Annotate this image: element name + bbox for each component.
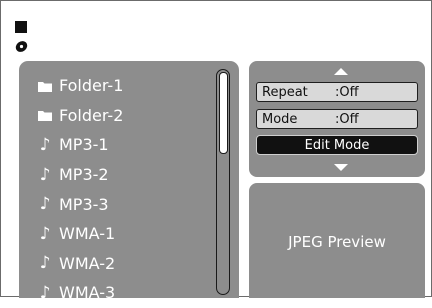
list-item-label: WMA-1 (59, 224, 116, 244)
jpeg-preview-panel: JPEG Preview (249, 183, 425, 298)
file-list-panel: Folder-1 Folder-2 ♪ MP3-1 ♪ MP3-2 ♪ MP3-… (19, 61, 239, 302)
player-screen: Folder-1 Folder-2 ♪ MP3-1 ♪ MP3-2 ♪ MP3-… (0, 0, 432, 302)
music-note-icon: ♪ (39, 223, 51, 244)
scroll-down-arrow-icon[interactable] (334, 164, 348, 171)
list-item-folder-2[interactable]: Folder-2 (19, 101, 219, 131)
mode-value: :Off (335, 111, 359, 127)
repeat-label: Repeat (262, 84, 308, 100)
mode-option[interactable]: Mode :Off (256, 109, 418, 129)
list-item-label: Folder-2 (59, 105, 124, 125)
list-item-label: MP3-3 (59, 194, 109, 214)
music-note-icon: ♪ (39, 282, 51, 303)
scrollbar-thumb[interactable] (219, 72, 228, 154)
repeat-option[interactable]: Repeat :Off (256, 82, 418, 102)
list-item-wma-3[interactable]: ♪ WMA-3 (19, 278, 219, 308)
list-item-mp3-2[interactable]: ♪ MP3-2 (19, 160, 219, 190)
stop-icon (15, 21, 27, 33)
music-note-icon: ♪ (39, 253, 51, 274)
scroll-up-arrow-icon[interactable] (334, 68, 348, 75)
edit-mode-button[interactable]: Edit Mode (256, 135, 418, 155)
music-note-icon: ♪ (39, 164, 51, 185)
folder-icon (37, 78, 53, 94)
file-list: Folder-1 Folder-2 ♪ MP3-1 ♪ MP3-2 ♪ MP3-… (19, 71, 219, 308)
list-item-wma-1[interactable]: ♪ WMA-1 (19, 219, 219, 249)
list-item-label: MP3-2 (59, 165, 109, 185)
option-panel: Repeat :Off Mode :Off Edit Mode (249, 61, 425, 177)
preview-label: JPEG Preview (288, 233, 386, 251)
list-item-wma-2[interactable]: ♪ WMA-2 (19, 249, 219, 279)
list-item-folder-1[interactable]: Folder-1 (19, 71, 219, 101)
disc-icon (15, 41, 28, 52)
music-note-icon: ♪ (39, 194, 51, 215)
list-item-label: MP3-1 (59, 135, 109, 155)
list-item-mp3-1[interactable]: ♪ MP3-1 (19, 130, 219, 160)
file-list-scrollbar[interactable] (216, 69, 230, 295)
list-item-label: Folder-1 (59, 76, 124, 96)
music-note-icon: ♪ (39, 134, 51, 155)
list-item-label: WMA-2 (59, 253, 116, 273)
list-item-label: WMA-3 (59, 283, 116, 303)
mode-label: Mode (262, 111, 298, 127)
list-item-mp3-3[interactable]: ♪ MP3-3 (19, 189, 219, 219)
folder-icon (37, 107, 53, 123)
repeat-value: :Off (335, 84, 359, 100)
